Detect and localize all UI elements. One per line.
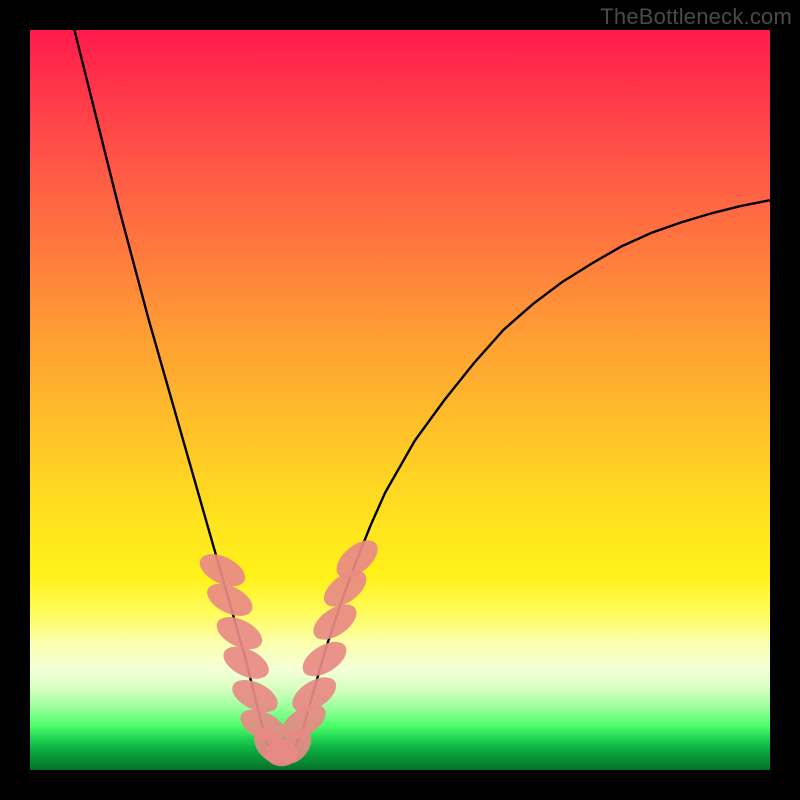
watermark-text: TheBottleneck.com [600, 4, 792, 30]
bottleneck-curve [74, 30, 770, 753]
outer-frame: TheBottleneck.com [0, 0, 800, 800]
curve-marker [297, 635, 353, 683]
marker-layer [195, 533, 385, 770]
chart-svg [30, 30, 770, 770]
